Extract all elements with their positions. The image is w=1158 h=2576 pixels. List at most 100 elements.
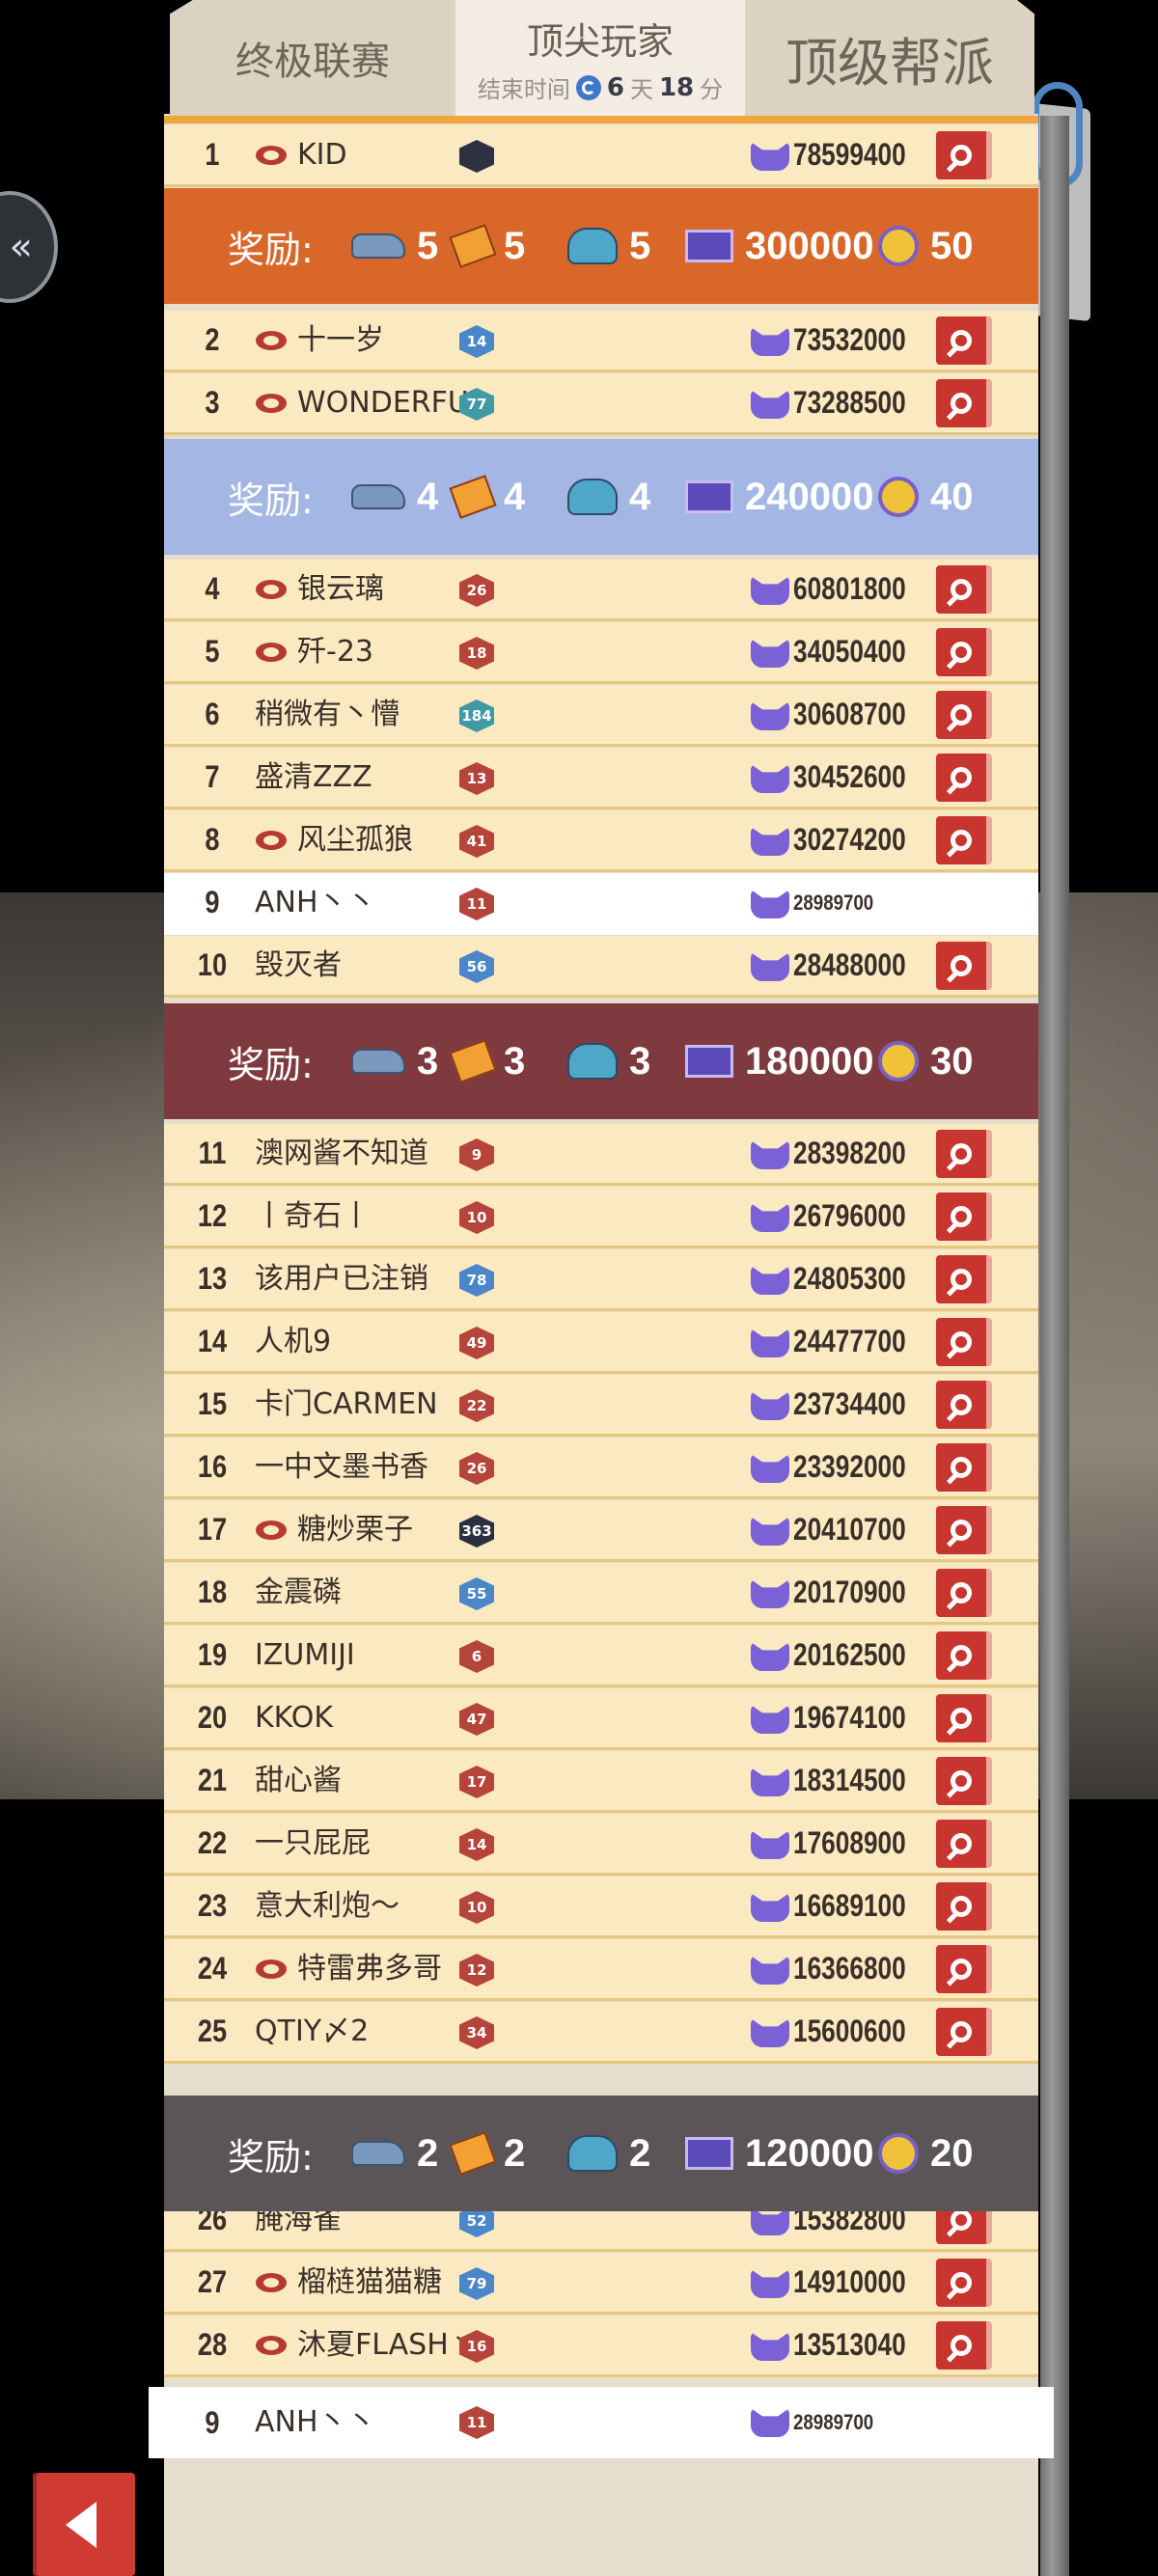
view-player-button[interactable] [936,316,992,365]
view-player-button[interactable] [936,1631,992,1680]
search-icon [951,1457,972,1478]
view-player-button[interactable] [936,1882,992,1931]
rank-number: 14 [197,1324,228,1358]
table-row: 12 丨奇石丨 10 26796000 [164,1187,1038,1248]
level-badge-icon: 11 [459,888,494,920]
player-name: 银云璃 [297,572,384,606]
coin-icon [878,477,919,517]
view-player-button[interactable] [936,565,992,614]
score-value: 20170900 [793,1575,906,1609]
score-value: 14910000 [793,2264,906,2299]
reward-amount: 5 [417,224,439,267]
reward-amount: 40 [930,475,974,518]
end-minutes: 18 [658,72,695,102]
rank-number: 3 [205,385,220,420]
score-value: 30452600 [793,759,906,794]
cat-score-icon [751,1705,789,1734]
cat-score-icon [751,1266,789,1295]
score-value: 73532000 [793,322,906,357]
view-player-button[interactable] [936,1569,992,1617]
reward-item-coin: 40 [878,476,974,519]
card-icon [685,230,733,262]
tab-bar: 终极联赛 顶尖玩家 结束时间 6天 18 分 顶级帮派 [170,0,1034,116]
robot-icon [567,1043,618,1080]
cat-score-icon [751,1768,789,1796]
reward-label: 奖励: [228,479,314,522]
score-value: 34050400 [793,634,906,669]
view-player-button[interactable] [936,1318,992,1366]
player-name: 甜心酱 [255,1764,342,1797]
car-icon [351,233,405,259]
table-row: 27 榴梿猫猫糖 79 14910000 [164,2253,1038,2315]
tab-label: 顶尖玩家 [526,20,674,63]
view-player-button[interactable] [936,1757,992,1805]
score-value: 28989700 [793,891,874,915]
cat-score-icon [751,890,789,918]
score-value: 18314500 [793,1763,906,1797]
score-value: 28398200 [793,1136,906,1170]
level-badge-icon: 55 [459,1577,494,1610]
view-player-button[interactable] [936,1192,992,1241]
view-player-button[interactable] [936,1506,992,1554]
reward-item-car: 4 [351,476,438,519]
tab-ultimate-league[interactable]: 终极联赛 [170,0,455,116]
tab-underline [164,116,1038,123]
cat-score-icon [751,327,789,356]
score-value: 19674100 [793,1700,906,1735]
view-player-button[interactable] [936,2008,992,2056]
side-menu-button[interactable]: « [0,191,58,303]
view-player-button[interactable] [936,1130,992,1178]
view-player-button[interactable] [936,1255,992,1303]
view-player-button[interactable] [936,2259,992,2307]
view-player-button[interactable] [936,1443,992,1492]
rank-number: 16 [197,1449,228,1484]
search-icon [951,955,972,976]
player-name: QTIY〆2 [255,2014,370,2048]
ticket-icon [449,2131,497,2176]
search-icon [951,767,972,788]
score-value: 16689100 [793,1888,906,1923]
rank-number: 28 [197,2327,228,2362]
level-badge-icon: 11 [459,2406,494,2439]
view-player-button[interactable] [936,379,992,427]
reward-amount: 3 [417,1039,439,1082]
back-button[interactable] [33,2473,135,2576]
cat-score-icon [751,1893,789,1922]
view-player-button[interactable] [936,816,992,864]
score-value: 16366800 [793,1951,906,1986]
reward-item-card: 180000 [685,1040,873,1083]
level-badge-icon: 79 [459,2267,494,2300]
end-days: 6 [606,72,624,102]
view-player-button[interactable] [936,1694,992,1742]
reward-amount: 240000 [745,475,874,518]
view-player-button[interactable] [936,131,992,179]
view-player-button[interactable] [936,691,992,739]
player-name: 糖炒栗子 [297,1513,413,1547]
view-player-button[interactable] [936,754,992,802]
tab-top-gangs[interactable]: 顶级帮派 [745,0,1034,116]
cat-score-icon [751,1329,789,1357]
table-row: 21 甜心酱 17 18314500 [164,1751,1038,1813]
rank-number: 6 [205,697,220,731]
cat-score-icon [751,1830,789,1859]
search-icon [951,1269,972,1290]
tab-top-players[interactable]: 顶尖玩家 结束时间 6天 18 分 [455,0,745,116]
reward-item-ticket: 2 [449,2131,525,2176]
view-player-button[interactable] [936,942,992,990]
cat-score-icon [751,576,789,605]
end-time: 结束时间 6天 18 分 [478,70,723,104]
view-player-button[interactable] [936,628,992,676]
table-row: 2 十一岁 14 73532000 [164,311,1038,372]
view-player-button[interactable] [936,1945,992,1993]
search-icon [951,1394,972,1415]
view-player-button[interactable] [936,1381,992,1429]
view-player-button[interactable] [936,1820,992,1868]
table-row: 28 沐夏FLASH丶 16 13513040 [164,2316,1038,2377]
cat-score-icon [751,827,789,856]
view-player-button[interactable] [936,2321,992,2370]
reward-item-coin: 30 [878,1040,974,1083]
table-row: 1 KID 78599400 [164,125,1038,187]
search-icon [951,2021,972,2042]
score-value: 30608700 [793,697,906,731]
score-value: 73288500 [793,385,906,420]
